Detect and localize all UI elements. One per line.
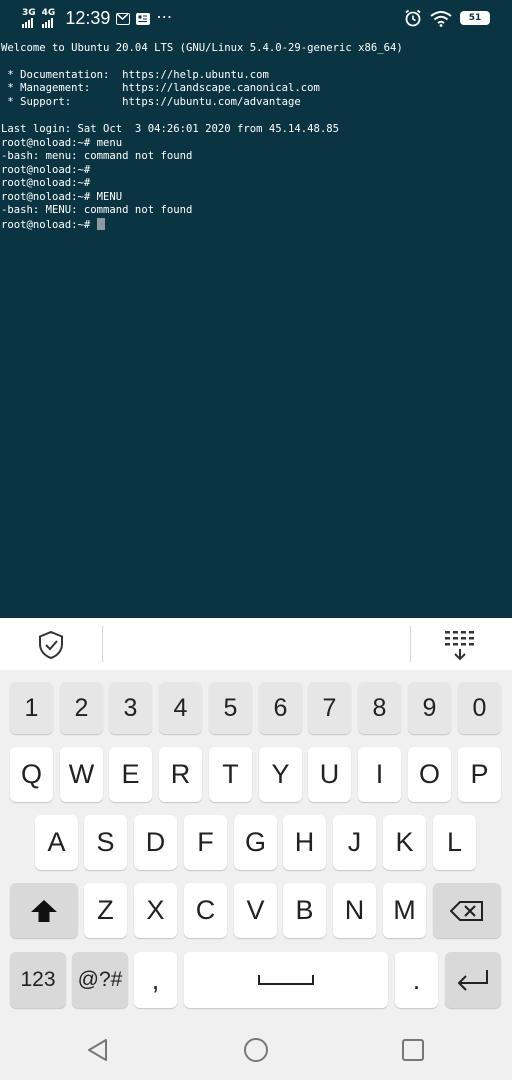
key-g[interactable]: G (234, 815, 277, 870)
key-s[interactable]: S (84, 815, 127, 870)
more-notifications-icon: ⋯ (156, 7, 174, 26)
status-bar: 3G 4G 12:39 ⋯ 51 (0, 0, 512, 38)
gmail-icon (116, 12, 131, 25)
key-v[interactable]: V (234, 883, 277, 938)
signal-4g: 4G (41, 8, 56, 28)
terminal-line: Welcome to Ubuntu 20.04 LTS (GNU/Linux 5… (1, 42, 403, 54)
terminal-line: root@noload:~# MENU (1, 191, 123, 203)
key-y[interactable]: Y (259, 747, 302, 802)
key-n[interactable]: N (333, 883, 376, 938)
terminal-line: root@noload:~# menu (1, 137, 123, 149)
keyboard-hide-icon[interactable] (443, 629, 479, 661)
key-r[interactable]: R (159, 747, 202, 802)
key-l[interactable]: L (433, 815, 476, 870)
terminal-line: * Management: https://landscape.canonica… (1, 82, 320, 94)
terminal-line: Last login: Sat Oct 3 04:26:01 2020 from… (1, 123, 340, 135)
terminal-line: * Support: https://ubuntu.com/advantage (1, 96, 301, 108)
alarm-icon (405, 9, 421, 27)
backspace-icon (450, 900, 483, 921)
clock: 12:39 (65, 8, 111, 28)
key-1[interactable]: 1 (10, 682, 53, 734)
key-d[interactable]: D (134, 815, 177, 870)
terminal-line: root@noload:~# (1, 164, 91, 176)
terminal-prompt-line: root@noload:~# (1, 218, 105, 232)
symbols-key[interactable]: @?# (72, 952, 128, 1008)
key-b[interactable]: B (283, 883, 326, 938)
key-z[interactable]: Z (84, 883, 127, 938)
signal-icon (41, 18, 53, 28)
key-9[interactable]: 9 (408, 682, 451, 734)
battery-icon: 51 (460, 11, 490, 25)
signal-3g: 3G (22, 9, 36, 28)
key-a[interactable]: A (35, 815, 78, 870)
space-icon (258, 975, 314, 985)
key-6[interactable]: 6 (259, 682, 302, 734)
key-4[interactable]: 4 (159, 682, 202, 734)
terminal-line: root@noload:~# (1, 177, 91, 189)
key-8[interactable]: 8 (358, 682, 401, 734)
key-e[interactable]: E (109, 747, 152, 802)
key-t[interactable]: T (209, 747, 252, 802)
key-u[interactable]: U (308, 747, 351, 802)
key-k[interactable]: K (383, 815, 426, 870)
key-0[interactable]: 0 (458, 682, 501, 734)
key-q[interactable]: Q (10, 747, 53, 802)
keyboard-toolbar (0, 618, 512, 670)
keyboard: 1 2 3 4 5 6 7 8 9 0 Q W E R T Y U I O P … (0, 670, 512, 1020)
signal-icon (22, 18, 33, 28)
key-j[interactable]: J (333, 815, 376, 870)
navigation-bar (0, 1020, 512, 1080)
back-icon[interactable] (86, 1038, 110, 1062)
shift-icon (31, 899, 57, 922)
key-c[interactable]: C (184, 883, 227, 938)
key-m[interactable]: M (383, 883, 426, 938)
key-p[interactable]: P (458, 747, 501, 802)
key-7[interactable]: 7 (308, 682, 351, 734)
shift-key[interactable] (10, 883, 78, 938)
terminal-screen[interactable]: Welcome to Ubuntu 20.04 LTS (GNU/Linux 5… (0, 38, 512, 618)
terminal-prompt: root@noload:~# (1, 219, 97, 231)
battery-level: 51 (468, 13, 482, 23)
key-i[interactable]: I (358, 747, 401, 802)
terminal-line: * Documentation: https://help.ubuntu.com (1, 69, 269, 81)
numbers-key[interactable]: 123 (10, 952, 66, 1008)
shield-check-icon[interactable] (37, 630, 65, 660)
enter-key[interactable] (445, 952, 501, 1008)
key-h[interactable]: H (283, 815, 326, 870)
recents-icon[interactable] (401, 1038, 425, 1062)
enter-icon (457, 970, 488, 991)
news-icon (136, 12, 151, 25)
terminal-line: -bash: menu: command not found (1, 150, 193, 162)
network-type-label: 3G (22, 8, 36, 18)
terminal-line: -bash: MENU: command not found (1, 204, 193, 216)
space-key[interactable] (184, 952, 388, 1008)
toolbar-divider (410, 626, 411, 662)
key-5[interactable]: 5 (209, 682, 252, 734)
comma-key[interactable]: , (134, 952, 177, 1008)
status-left: 3G 4G 12:39 ⋯ (22, 7, 174, 29)
status-right: 51 (404, 9, 490, 27)
key-f[interactable]: F (184, 815, 227, 870)
key-o[interactable]: O (408, 747, 451, 802)
key-x[interactable]: X (134, 883, 177, 938)
home-icon[interactable] (243, 1037, 269, 1063)
wifi-icon (430, 10, 452, 27)
network-type-label: 4G (41, 8, 56, 18)
backspace-key[interactable] (433, 883, 501, 938)
toolbar-divider (102, 626, 103, 662)
key-2[interactable]: 2 (60, 682, 103, 734)
key-3[interactable]: 3 (109, 682, 152, 734)
terminal-cursor (96, 218, 105, 230)
period-key[interactable]: . (395, 952, 438, 1008)
key-w[interactable]: W (60, 747, 103, 802)
